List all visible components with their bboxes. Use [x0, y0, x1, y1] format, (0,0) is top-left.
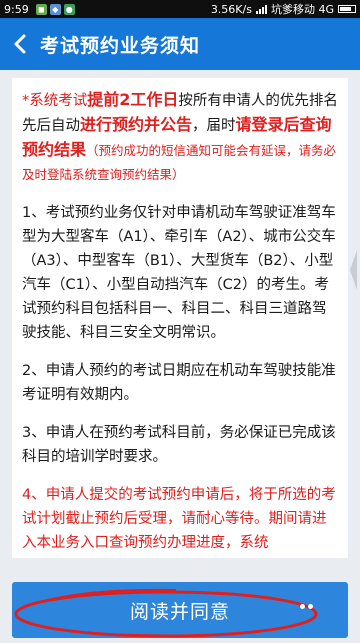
- notice-paragraph-2: 2、申请人预约的考试日期应在机动车驾驶技能准考证明有效期内。: [22, 363, 336, 403]
- chevron-left-icon: [14, 34, 26, 54]
- status-bar: 9:59 ◼ ◆ ● 3.56K/s 坑爹移动 4G: [0, 0, 360, 18]
- notice-highlight: 进行预约并公告: [80, 115, 193, 134]
- notice-text: *系统考试: [22, 93, 88, 109]
- carrier-name: 坑爹移动 4G: [270, 3, 334, 16]
- notice-paragraph-intro: *系统考试提前2工作日按所有申请人的优先排名先后自动进行预约并公告，届时请登录后…: [22, 88, 340, 187]
- agree-button[interactable]: 阅读并同意: [12, 582, 348, 638]
- notice-highlight: 提前2工作日: [87, 90, 179, 109]
- notice-paragraph-1: 1、考试预约业务仅针对申请机动车驾驶证准驾车型为大型客车（A1）、牵引车（A2）…: [22, 205, 336, 341]
- notice-paragraph-4: 4、申请人提交的考试预约申请后，将于所选的考试计划截止预约后受理，请耐心等待。期…: [22, 487, 336, 551]
- notice-content[interactable]: *系统考试提前2工作日按所有申请人的优先排名先后自动进行预约并公告，届时请登录后…: [12, 78, 348, 558]
- app-notification-icon: ◆: [49, 3, 61, 15]
- app-notification-icon: ◼: [35, 3, 47, 15]
- status-bar-left: 9:59 ◼ ◆ ●: [4, 3, 75, 16]
- status-bar-right: 3.56K/s 坑爹移动 4G: [211, 1, 356, 17]
- app-header: 考试预约业务须知: [0, 18, 360, 70]
- page-title: 考试预约业务须知: [40, 34, 201, 57]
- scroll-indicator[interactable]: [350, 250, 357, 290]
- agree-button-label: 阅读并同意: [129, 600, 230, 623]
- notice-text: ，届时: [192, 118, 236, 134]
- back-button[interactable]: [0, 18, 40, 70]
- notice-paragraph-3: 3、申请人在预约考试科目前，务必保证已完成该科目的培训学时要求。: [22, 425, 336, 465]
- app-notification-icon: ●: [63, 3, 75, 15]
- more-dots-icon: [300, 604, 313, 609]
- clock: 9:59: [4, 2, 29, 16]
- battery-icon: [338, 5, 356, 13]
- network-speed: 3.56K/s: [210, 2, 252, 16]
- signal-icon: [255, 4, 267, 14]
